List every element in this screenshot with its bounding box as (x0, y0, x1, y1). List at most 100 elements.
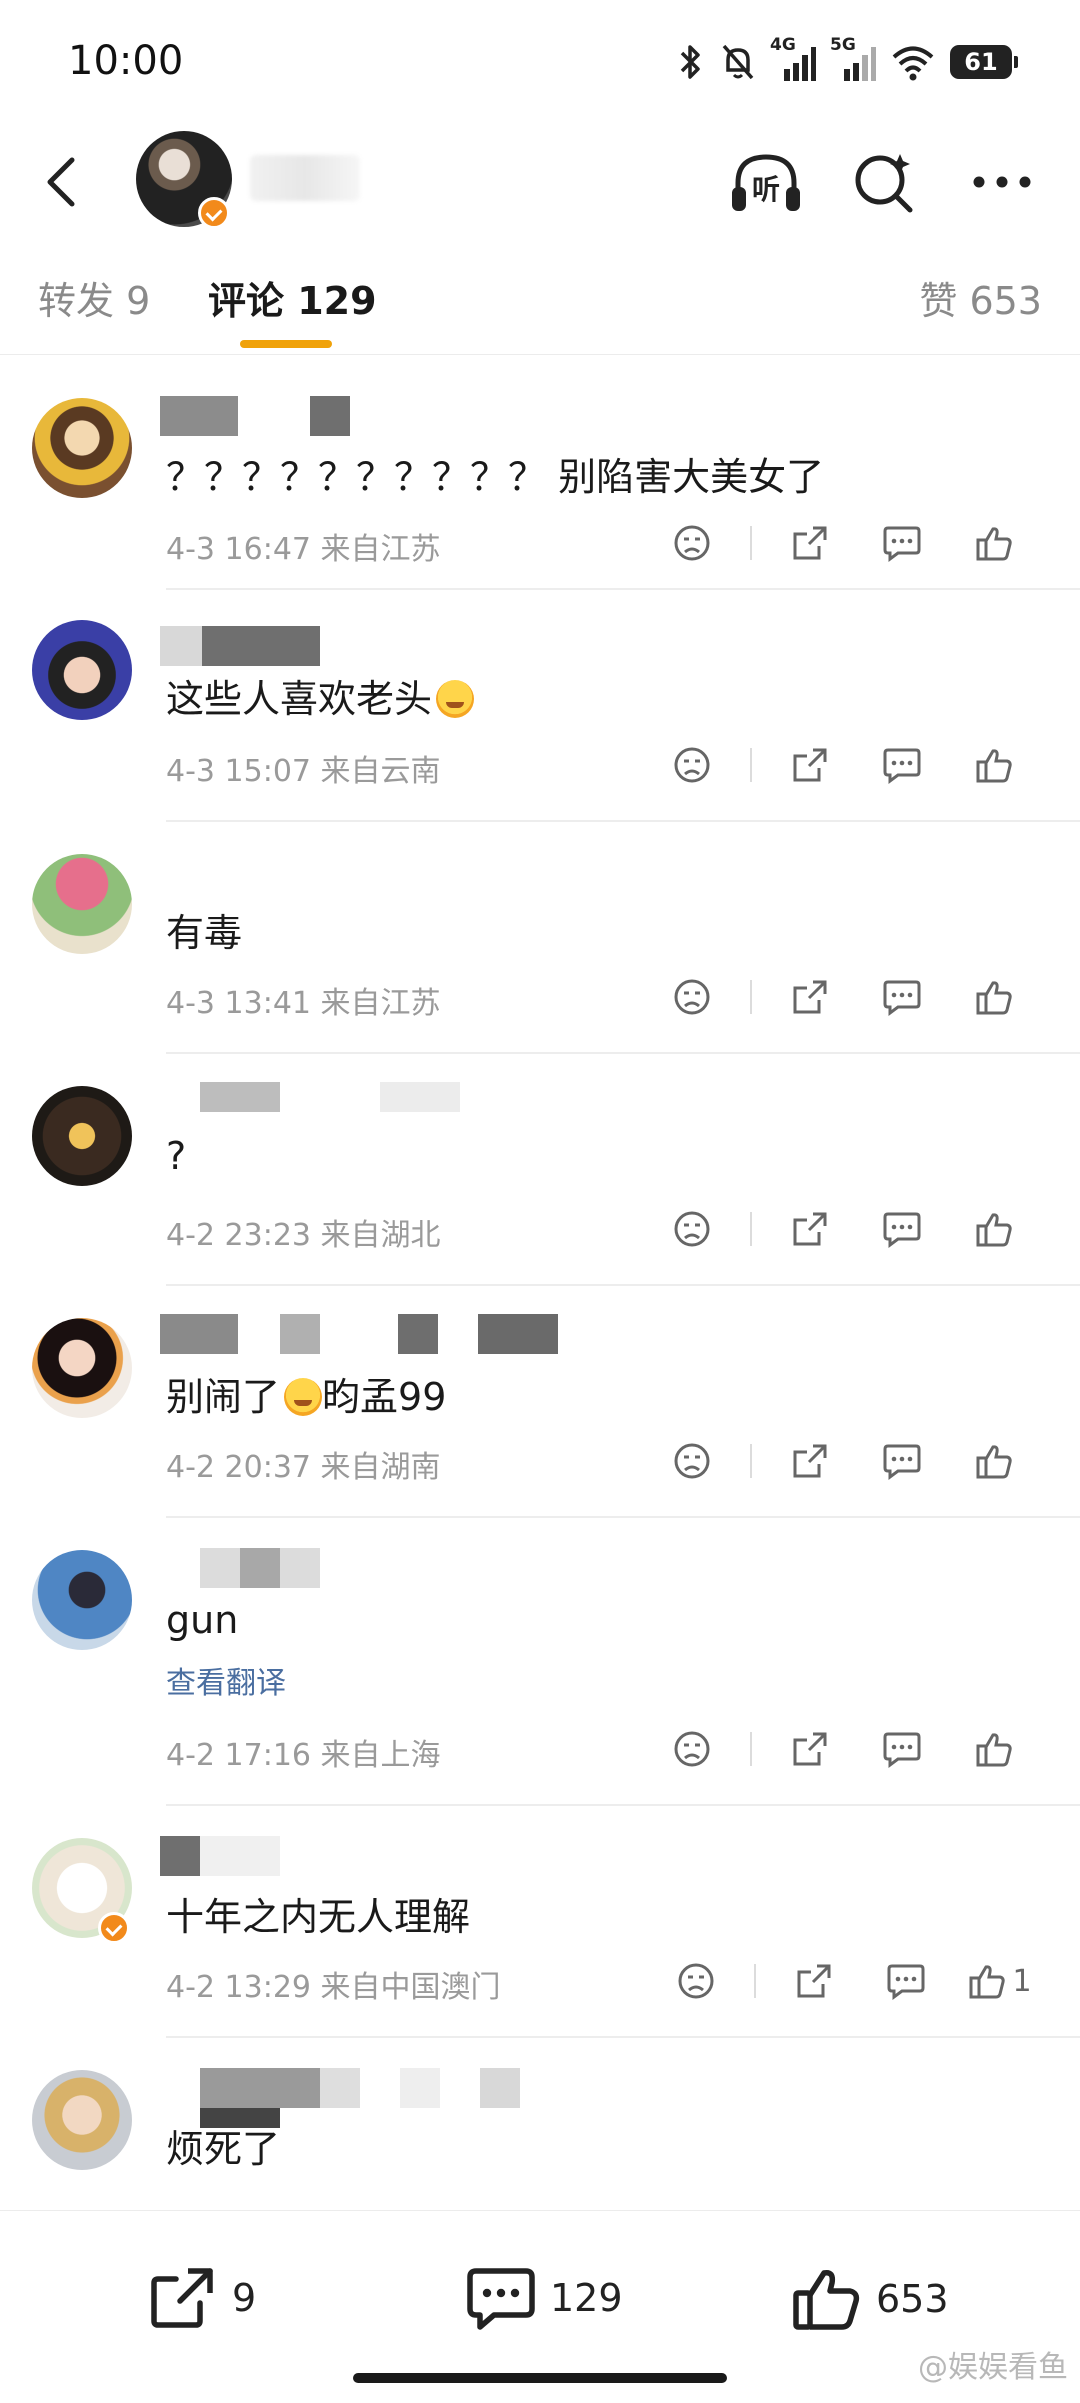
thumbs-up-icon (976, 1733, 1012, 1767)
more-dots-icon (973, 176, 1031, 188)
comment-button[interactable]: 129 (466, 2265, 623, 2331)
reply-button[interactable] (856, 972, 948, 1022)
commenter-name-redacted[interactable] (160, 1836, 280, 1880)
commenter-avatar[interactable] (32, 1086, 132, 1186)
reply-button[interactable] (856, 1436, 948, 1486)
sad-face-icon (678, 1963, 714, 1999)
search-button[interactable] (846, 147, 922, 217)
verified-badge-icon (198, 197, 230, 229)
like-button[interactable] (948, 1724, 1040, 1774)
commenter-avatar[interactable] (32, 1550, 132, 1650)
reply-button[interactable] (856, 740, 948, 790)
comment-bubble-icon (883, 748, 921, 784)
dislike-button[interactable] (646, 1436, 738, 1486)
comment-item[interactable]: 十年之内无人理解 4-2 13:29 来自中国澳门 1 (0, 1806, 1080, 2038)
comment-bubble-icon (887, 1964, 925, 2000)
comment-list: ？？？？？？？？？？ 别陷害大美女了 4-3 16:47 来自江苏 这些人喜欢老… (0, 358, 1080, 2218)
like-button[interactable] (948, 1436, 1040, 1486)
share-button[interactable] (764, 1204, 856, 1254)
back-button[interactable] (30, 147, 90, 217)
status-bar: 10:00 4G 5G 61 (0, 0, 1080, 125)
dislike-button[interactable] (650, 1956, 742, 2006)
share-button[interactable] (764, 1724, 856, 1774)
share-icon (793, 1732, 827, 1766)
share-button[interactable] (764, 740, 856, 790)
comment-item[interactable]: 别闹了 昀孟99 4-2 20:37 来自湖南 (0, 1286, 1080, 1518)
dislike-button[interactable] (646, 518, 738, 568)
sad-face-icon (674, 1443, 710, 1479)
comment-bubble-icon (883, 980, 921, 1016)
comment-item[interactable]: 这些人喜欢老头 4-3 15:07 来自云南 (0, 590, 1080, 822)
dislike-button[interactable] (646, 972, 738, 1022)
commenter-name-redacted[interactable] (160, 1082, 460, 1126)
comment-item[interactable]: ? 4-2 23:23 来自湖北 (0, 1054, 1080, 1286)
like-count: 1 (1012, 1963, 1032, 1999)
dislike-button[interactable] (646, 1724, 738, 1774)
reply-button[interactable] (860, 1956, 952, 2006)
thumbs-up-icon (976, 981, 1012, 1015)
sad-face-icon (674, 1731, 710, 1767)
comment-item[interactable]: 烦死了 (0, 2038, 1080, 2218)
share-button[interactable] (764, 518, 856, 568)
tab-comments[interactable]: 评论 129 (208, 270, 377, 325)
comment-item[interactable]: gun 查看翻译 4-2 17:16 来自上海 (0, 1518, 1080, 1806)
like-button[interactable] (948, 518, 1040, 568)
like-button[interactable] (948, 1204, 1040, 1254)
commenter-name-redacted[interactable] (160, 1548, 320, 1592)
like-button[interactable] (948, 972, 1040, 1022)
sad-face-icon (674, 979, 710, 1015)
comment-meta: 4-3 16:47 来自江苏 (166, 532, 441, 567)
tab-active-indicator (240, 340, 332, 348)
thumbs-up-icon (976, 1445, 1012, 1479)
comment-text: gun (166, 1598, 239, 1642)
comment-actions: 1 (650, 1956, 1048, 2006)
bluetooth-icon (680, 45, 700, 79)
dislike-button[interactable] (646, 1204, 738, 1254)
like-post-button[interactable]: 653 (792, 2265, 949, 2333)
thumbs-up-icon (976, 1213, 1012, 1247)
tab-likes[interactable]: 赞 653 (919, 270, 1042, 325)
share-button[interactable] (764, 1436, 856, 1486)
commenter-avatar[interactable] (32, 398, 132, 498)
commenter-name-redacted[interactable] (160, 626, 320, 670)
commenter-avatar[interactable] (32, 854, 132, 954)
share-button[interactable] (768, 1956, 860, 2006)
more-button[interactable] (964, 147, 1040, 217)
status-icons: 4G 5G 61 (676, 35, 1018, 84)
share-button[interactable] (764, 972, 856, 1022)
author-name-redacted[interactable] (250, 155, 360, 201)
detail-tabs: 转发 9 评论 129 赞 653 (0, 240, 1080, 355)
commenter-avatar[interactable] (32, 2070, 132, 2170)
comment-text: 别闹了 昀孟99 (166, 1375, 447, 1419)
reply-button[interactable] (856, 518, 948, 568)
reply-button[interactable] (856, 1724, 948, 1774)
commenter-name-redacted[interactable] (160, 1314, 600, 1358)
commenter-name-redacted[interactable] (160, 2068, 540, 2128)
comment-actions (646, 1436, 1040, 1486)
reply-button[interactable] (856, 1204, 948, 1254)
repost-button[interactable]: 9 (148, 2265, 256, 2331)
translate-link[interactable]: 查看翻译 (166, 1658, 286, 1702)
tab-repost[interactable]: 转发 9 (38, 270, 150, 325)
comment-item[interactable]: 有毒 4-3 13:41 来自江苏 (0, 822, 1080, 1054)
commenter-avatar[interactable] (32, 1318, 132, 1418)
like-button[interactable] (948, 740, 1040, 790)
comment-bubble-icon (883, 1212, 921, 1248)
commenter-name-redacted[interactable] (160, 396, 360, 440)
commenter-avatar[interactable] (32, 620, 132, 720)
comment-bubble-icon (883, 526, 921, 562)
dislike-button[interactable] (646, 740, 738, 790)
home-indicator[interactable] (353, 2373, 727, 2383)
like-button[interactable]: 1 (952, 1956, 1048, 2006)
listen-button[interactable]: 听 (728, 147, 804, 217)
comment-meta: 4-2 20:37 来自湖南 (166, 1450, 441, 1485)
signal-4g-icon: 4G (770, 35, 816, 83)
comment-actions (646, 1724, 1040, 1774)
comment-bubble-icon (883, 1444, 921, 1480)
sad-face-icon (674, 747, 710, 783)
comment-actions (646, 972, 1040, 1022)
headphones-icon: 听 (732, 154, 800, 211)
share-icon (793, 1212, 827, 1246)
top-nav: 听 (0, 125, 1080, 240)
comment-item[interactable]: ？？？？？？？？？？ 别陷害大美女了 4-3 16:47 来自江苏 (0, 358, 1080, 590)
